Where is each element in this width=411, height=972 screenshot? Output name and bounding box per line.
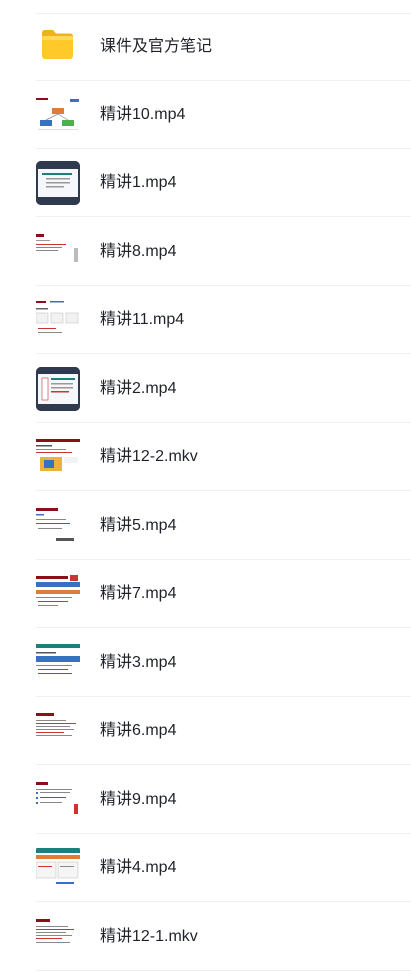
video-thumbnail (36, 641, 80, 685)
video-thumbnail (36, 778, 80, 822)
file-row-video[interactable]: 精讲5.mp4 (0, 492, 411, 560)
video-thumbnail (36, 846, 80, 890)
file-name: 精讲4.mp4 (100, 859, 177, 876)
file-name: 精讲1.mp4 (100, 174, 177, 191)
video-thumbnail (36, 572, 80, 616)
file-row-video[interactable]: 精讲1.mp4 (0, 149, 411, 217)
video-thumbnail (36, 435, 80, 479)
file-name: 精讲7.mp4 (100, 585, 177, 602)
video-thumbnail (36, 709, 80, 753)
file-name: 精讲6.mp4 (100, 722, 177, 739)
file-name: 课件及官方笔记 (100, 38, 213, 55)
file-row-video[interactable]: 精讲12-1.mkv (0, 903, 411, 971)
file-row-video[interactable]: 精讲11.mp4 (0, 286, 411, 354)
video-thumbnail (36, 161, 80, 205)
video-thumbnail (36, 298, 80, 342)
file-name: 精讲8.mp4 (100, 243, 177, 260)
file-row-folder[interactable]: 课件及官方笔记 (0, 13, 411, 81)
file-row-video[interactable]: 精讲9.mp4 (0, 766, 411, 834)
file-list: 课件及官方笔记 精讲10.mp4 精讲1.mp4 精讲8.mp4 精讲11.mp… (0, 0, 411, 972)
file-name: 精讲12-1.mkv (100, 928, 198, 945)
video-thumbnail (36, 230, 80, 274)
file-row-video[interactable]: 精讲6.mp4 (0, 697, 411, 765)
file-row-video[interactable]: 精讲3.mp4 (0, 629, 411, 697)
video-thumbnail (36, 915, 80, 959)
file-row-video[interactable]: 精讲7.mp4 (0, 560, 411, 628)
video-thumbnail (36, 367, 80, 411)
file-name: 精讲2.mp4 (100, 380, 177, 397)
video-thumbnail (36, 95, 80, 133)
file-row-video[interactable]: 精讲4.mp4 (0, 834, 411, 902)
folder-icon (40, 27, 75, 61)
file-row-video[interactable]: 精讲8.mp4 (0, 218, 411, 286)
file-row-video[interactable]: 精讲12-2.mkv (0, 423, 411, 491)
file-name: 精讲12-2.mkv (100, 448, 198, 465)
video-thumbnail (36, 504, 80, 548)
file-name: 精讲5.mp4 (100, 517, 177, 534)
file-name: 精讲3.mp4 (100, 654, 177, 671)
file-name: 精讲10.mp4 (100, 106, 186, 123)
file-name: 精讲11.mp4 (100, 311, 185, 328)
file-row-video[interactable]: 精讲10.mp4 (0, 81, 411, 149)
file-row-video[interactable]: 精讲2.mp4 (0, 355, 411, 423)
file-name: 精讲9.mp4 (100, 791, 177, 808)
